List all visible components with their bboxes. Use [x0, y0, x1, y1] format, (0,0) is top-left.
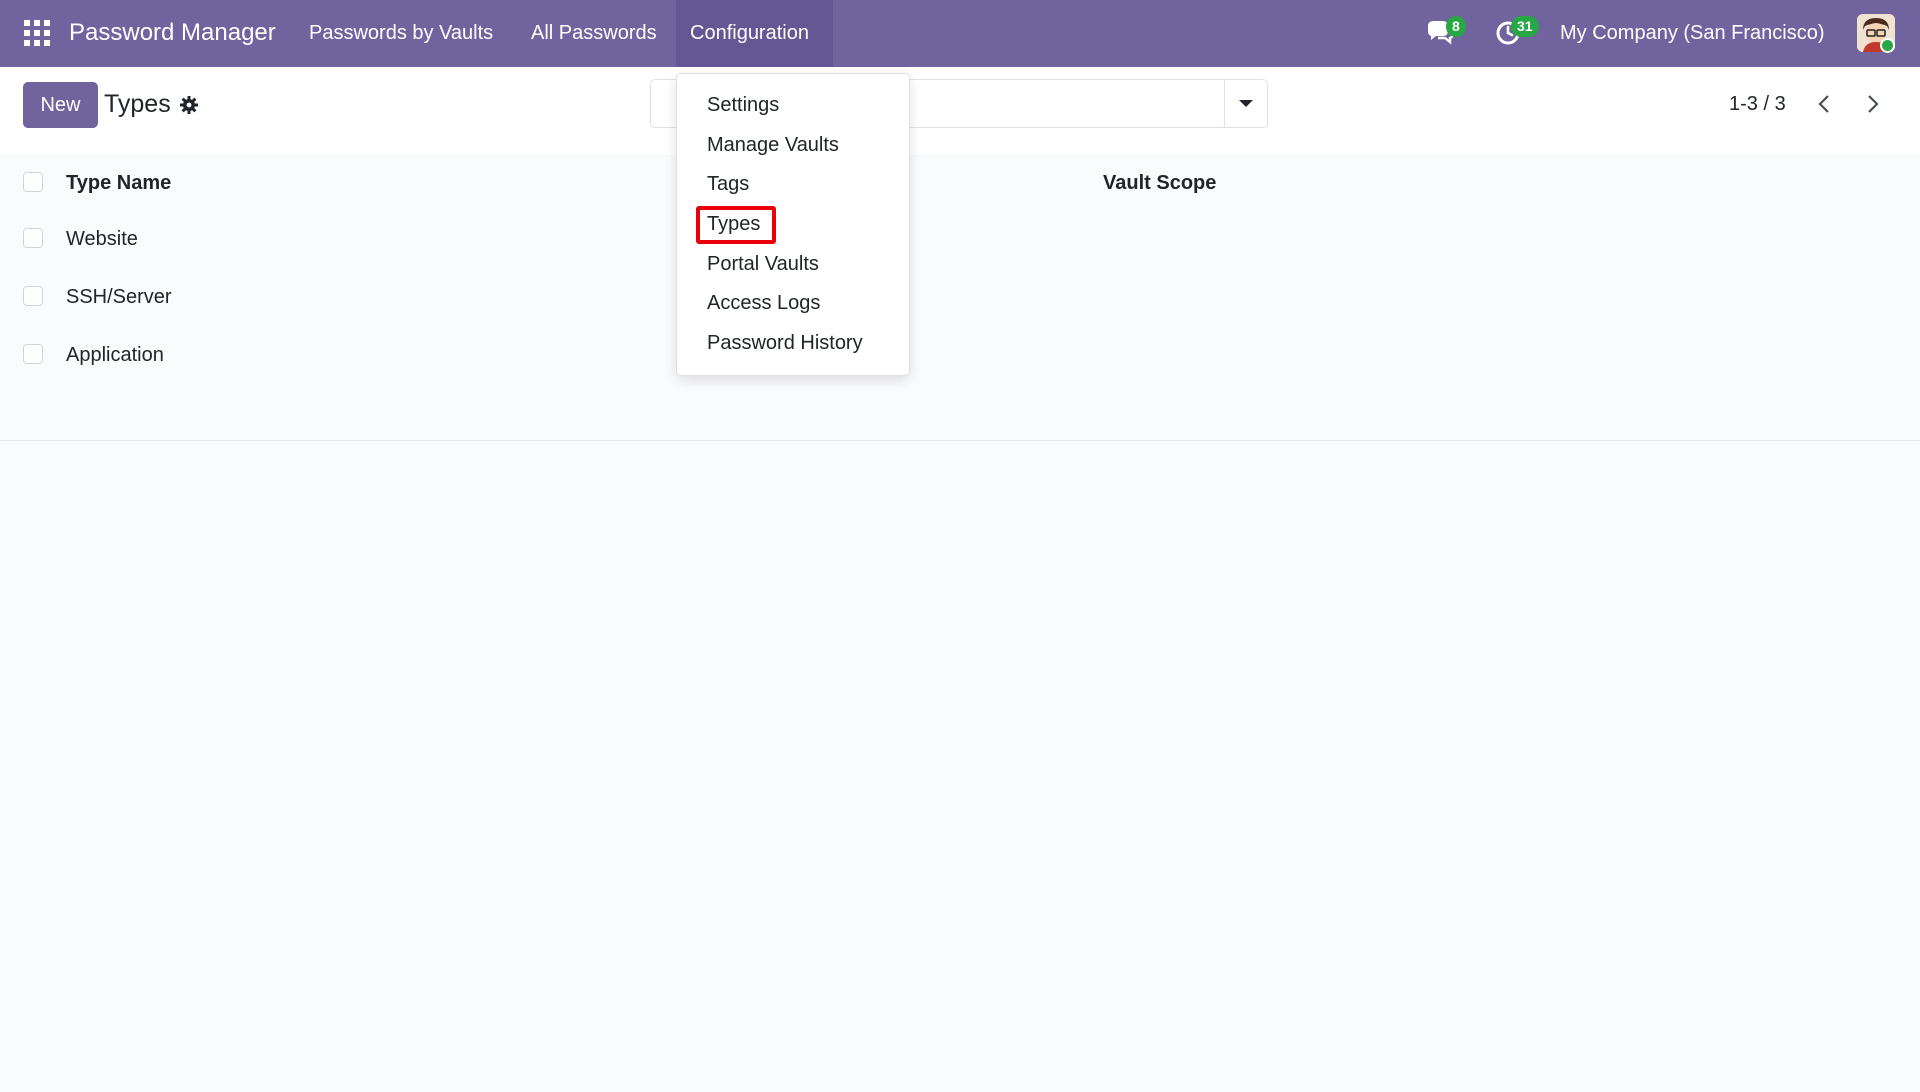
table-row[interactable]: SSH/Server	[0, 268, 1920, 327]
type-name-cell: Website	[66, 228, 138, 250]
type-name-cell: SSH/Server	[66, 286, 172, 308]
page-title: Types	[104, 90, 171, 118]
online-status-indicator	[1880, 38, 1895, 53]
top-navbar: Password Manager Passwords by Vaults All…	[0, 0, 1920, 67]
search-options-toggle[interactable]	[1224, 80, 1267, 127]
row-checkbox[interactable]	[23, 228, 43, 248]
type-name-cell: Application	[66, 344, 164, 366]
list-header: Type Name Vault Scope	[0, 155, 1920, 211]
app-brand[interactable]: Password Manager	[69, 19, 276, 47]
empty-row	[0, 385, 1920, 441]
types-highlight-box	[696, 206, 776, 244]
messages-badge: 8	[1446, 16, 1466, 37]
dropdown-item-access-logs[interactable]: Access Logs	[707, 292, 820, 315]
new-button[interactable]: New	[23, 82, 98, 128]
gear-icon[interactable]	[179, 95, 199, 115]
caret-down-icon	[1239, 100, 1253, 107]
pager-value[interactable]: 1-3 / 3	[1729, 93, 1786, 116]
company-switcher[interactable]: My Company (San Francisco)	[1560, 22, 1825, 45]
apps-grid-icon[interactable]	[24, 20, 50, 46]
row-checkbox[interactable]	[23, 286, 43, 306]
menu-passwords-by-vaults[interactable]: Passwords by Vaults	[309, 22, 493, 45]
dropdown-item-manage-vaults[interactable]: Manage Vaults	[707, 134, 839, 157]
chevron-left-icon[interactable]	[1811, 90, 1839, 118]
dropdown-item-password-history[interactable]: Password History	[707, 332, 863, 355]
menu-configuration[interactable]: Configuration	[690, 22, 809, 45]
select-all-checkbox[interactable]	[23, 172, 43, 192]
menu-all-passwords[interactable]: All Passwords	[531, 22, 657, 45]
chevron-right-icon[interactable]	[1858, 90, 1886, 118]
column-header-vault-scope[interactable]: Vault Scope	[1103, 172, 1216, 195]
table-row[interactable]: Application	[0, 326, 1920, 386]
column-header-type-name[interactable]: Type Name	[66, 172, 171, 195]
row-checkbox[interactable]	[23, 344, 43, 364]
dropdown-item-tags[interactable]: Tags	[707, 173, 749, 196]
dropdown-item-settings[interactable]: Settings	[707, 94, 779, 117]
dropdown-item-portal-vaults[interactable]: Portal Vaults	[707, 253, 819, 276]
table-row[interactable]: Website	[0, 210, 1920, 269]
activities-badge: 31	[1511, 16, 1539, 37]
